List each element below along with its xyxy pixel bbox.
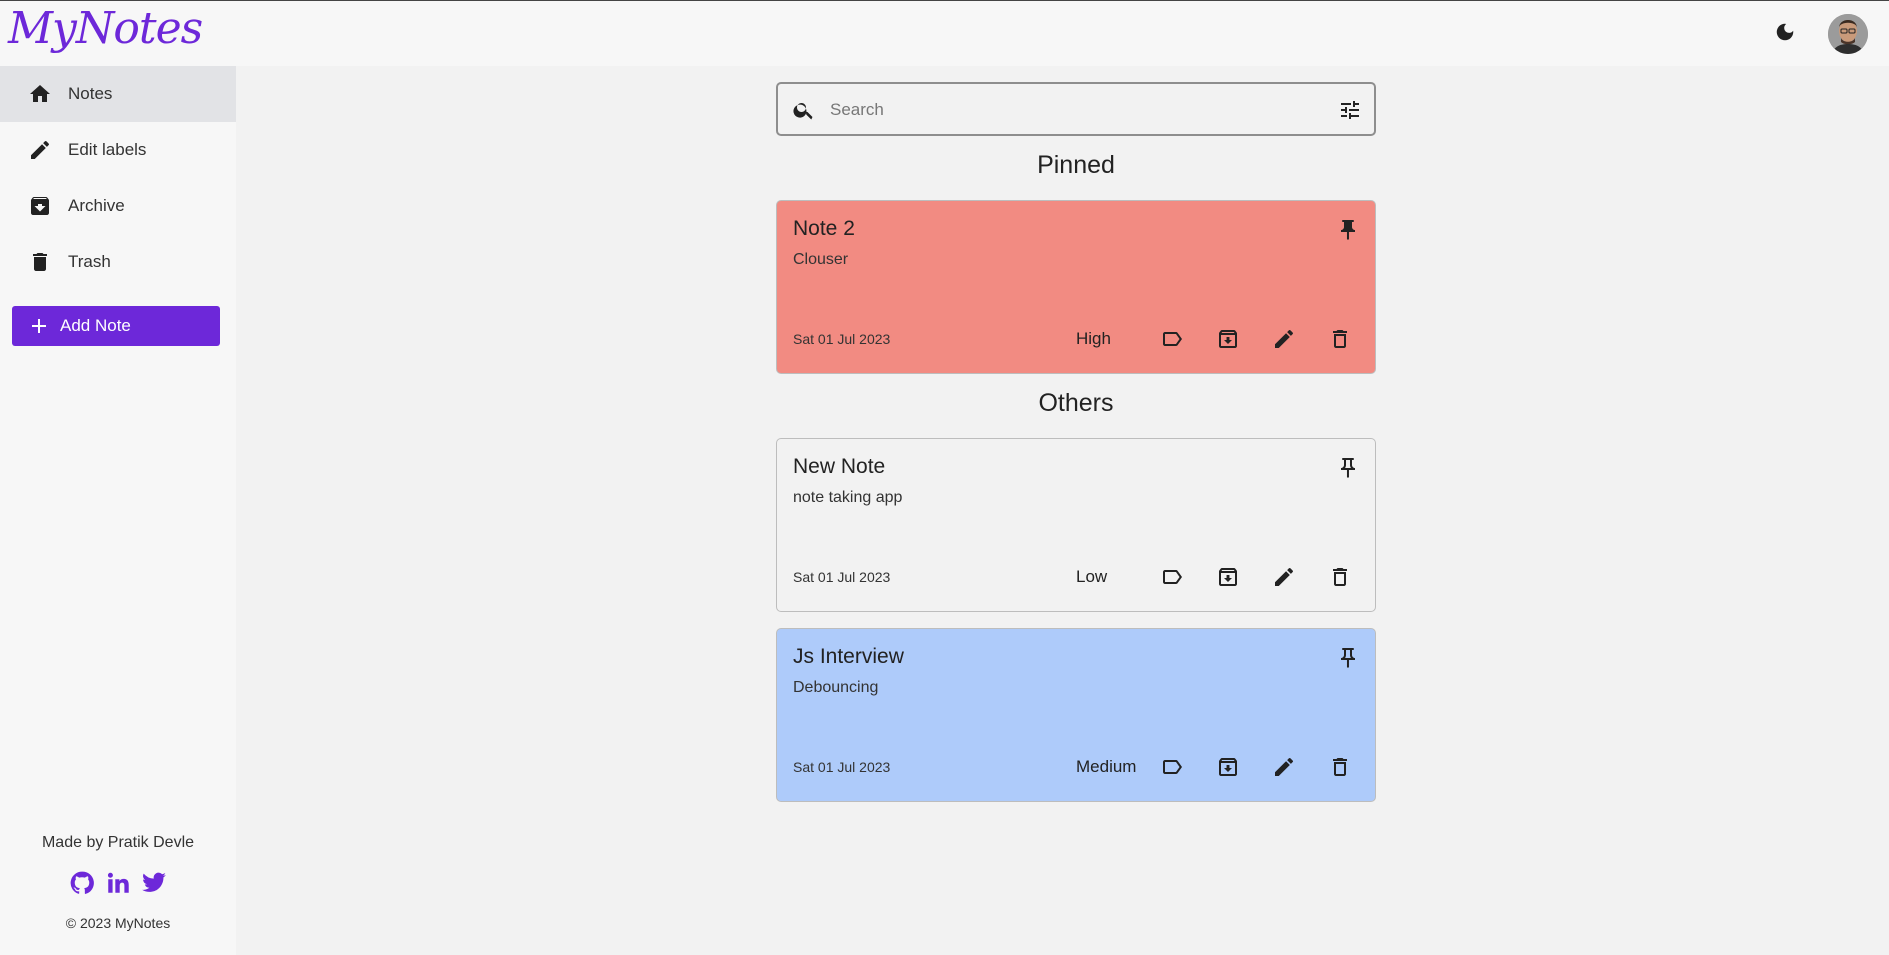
note-card[interactable]: New Note note taking app Sat 01 Jul 2023… <box>776 438 1376 612</box>
note-priority: Medium <box>1076 757 1137 776</box>
archive-icon[interactable] <box>1215 326 1241 352</box>
add-note-label: Add Note <box>60 316 131 335</box>
social-links <box>0 870 236 896</box>
note-body: note taking app <box>793 489 903 506</box>
section-title-others: Others <box>1038 389 1114 417</box>
trash-icon <box>28 250 52 274</box>
footer-credit: Made by Pratik Devle <box>41 834 195 851</box>
twitter-icon[interactable] <box>141 870 167 896</box>
github-icon[interactable] <box>69 870 95 896</box>
note-body: Debouncing <box>793 679 879 696</box>
archive-icon <box>28 194 52 218</box>
note-date: Sat 01 Jul 2023 <box>793 759 891 775</box>
note-title: Js Interview <box>793 645 904 668</box>
note-body: Clouser <box>793 251 849 268</box>
app-logo[interactable]: MyNotes <box>8 3 203 54</box>
delete-icon[interactable] <box>1327 326 1353 352</box>
sidebar-item-notes[interactable]: Notes <box>0 66 236 122</box>
pin-outline-icon[interactable] <box>1336 646 1360 670</box>
pin-outline-icon[interactable] <box>1336 456 1360 480</box>
edit-icon[interactable] <box>1271 754 1297 780</box>
theme-toggle-button[interactable] <box>1770 17 1800 47</box>
filter-icon[interactable] <box>1338 98 1362 122</box>
user-avatar[interactable] <box>1828 14 1868 54</box>
edit-icon[interactable] <box>1271 564 1297 590</box>
note-title: Note 2 <box>793 217 855 240</box>
sidebar-item-label: Archive <box>68 196 125 215</box>
note-priority: Low <box>1076 567 1108 586</box>
note-card[interactable]: Js Interview Debouncing Sat 01 Jul 2023 … <box>776 628 1376 802</box>
note-date: Sat 01 Jul 2023 <box>793 331 891 347</box>
add-note-button[interactable]: Add Note <box>12 306 220 346</box>
note-title: New Note <box>793 455 886 478</box>
pin-icon[interactable] <box>1336 218 1360 242</box>
footer-copyright: © 2023 MyNotes <box>65 915 171 931</box>
sidebar-item-label: Edit labels <box>68 140 147 159</box>
search-input[interactable] <box>830 96 1290 124</box>
section-title-pinned: Pinned <box>1037 151 1115 179</box>
home-icon <box>28 82 52 106</box>
delete-icon[interactable] <box>1327 754 1353 780</box>
archive-icon[interactable] <box>1215 564 1241 590</box>
moon-icon <box>1774 21 1796 43</box>
top-bar: MyNotes <box>0 1 1889 66</box>
search-bar <box>776 82 1376 136</box>
sidebar: Notes Edit labels Archive Trash Add Note… <box>0 66 236 955</box>
sidebar-item-label: Notes <box>68 84 113 103</box>
note-priority: High <box>1076 329 1111 348</box>
delete-icon[interactable] <box>1327 564 1353 590</box>
linkedin-icon[interactable] <box>105 870 131 896</box>
sidebar-item-archive[interactable]: Archive <box>0 178 236 234</box>
plus-icon <box>29 316 49 336</box>
edit-icon[interactable] <box>1271 326 1297 352</box>
sidebar-item-label: Trash <box>68 252 111 271</box>
note-card[interactable]: Note 2 Clouser Sat 01 Jul 2023 High <box>776 200 1376 374</box>
label-icon[interactable] <box>1159 754 1185 780</box>
note-date: Sat 01 Jul 2023 <box>793 569 891 585</box>
search-icon <box>792 98 816 122</box>
sidebar-item-trash[interactable]: Trash <box>0 234 236 290</box>
label-icon[interactable] <box>1159 564 1185 590</box>
archive-icon[interactable] <box>1215 754 1241 780</box>
label-icon[interactable] <box>1159 326 1185 352</box>
sidebar-item-edit-labels[interactable]: Edit labels <box>0 122 236 178</box>
pencil-icon <box>28 138 52 162</box>
